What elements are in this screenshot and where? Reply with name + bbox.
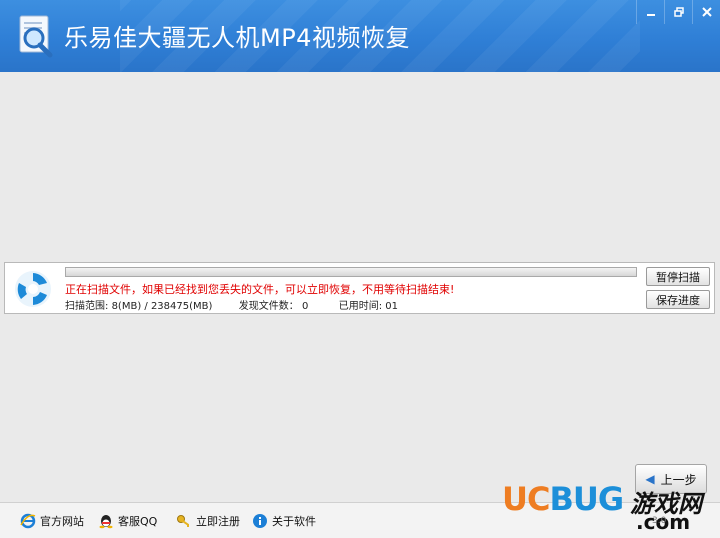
scan-range-label: 扫描范围: [65, 301, 109, 312]
close-button[interactable] [692, 0, 720, 24]
minimize-icon [646, 14, 655, 16]
scan-panel: 正在扫描文件，如果已经找到您丢失的文件，可以立即恢复，不用等待扫描结束! 扫描范… [4, 262, 715, 314]
restore-button[interactable] [664, 0, 692, 24]
elapsed-time-value: 01 [385, 301, 399, 312]
support-qq-link[interactable]: 客服QQ [98, 513, 157, 529]
scan-stats: 扫描范围: 8(MB) / 238475(MB) 发现文件数： 0 已用时间: … [65, 297, 398, 312]
save-progress-button[interactable]: 保存进度 [646, 290, 710, 309]
ie-icon [20, 513, 36, 529]
scan-spinner-icon [15, 271, 51, 307]
qq-icon [99, 515, 113, 529]
app-title: 乐易佳大疆无人机MP4视频恢复 [64, 24, 410, 52]
key-icon [177, 515, 189, 527]
scan-range-value: 8(MB) / 238475(MB) [111, 301, 213, 312]
about-label: 关于软件 [272, 515, 316, 528]
about-link[interactable]: 关于软件 [252, 513, 316, 529]
support-qq-label: 客服QQ [118, 515, 158, 528]
found-files-value: 0 [301, 301, 309, 312]
watermark-brand-text: UCBUG [502, 480, 624, 518]
official-site-label: 官方网站 [40, 515, 84, 528]
register-link[interactable]: 立即注册 [176, 513, 240, 529]
window-controls [636, 0, 720, 24]
pause-scan-button[interactable]: 暂停扫描 [646, 267, 710, 286]
scan-progress-bar [65, 267, 637, 277]
register-label: 立即注册 [196, 515, 240, 528]
official-site-link[interactable]: 官方网站 [20, 513, 84, 529]
watermark: UCBUG 游戏网 .com 3.0 [502, 480, 716, 536]
minimize-button[interactable] [636, 0, 664, 24]
info-icon [253, 514, 267, 528]
app-logo-icon [19, 15, 53, 58]
scan-status-message: 正在扫描文件，如果已经找到您丢失的文件，可以立即恢复，不用等待扫描结束! [65, 283, 455, 296]
version-text: 3.0 [652, 516, 667, 526]
close-icon [701, 7, 712, 17]
title-bar: 乐易佳大疆无人机MP4视频恢复 [0, 0, 720, 72]
elapsed-time-label: 已用时间: [338, 301, 383, 312]
found-files-label: 发现文件数： [238, 301, 299, 312]
restore-icon [673, 7, 684, 17]
watermark-brand: UCBUG [502, 480, 624, 518]
